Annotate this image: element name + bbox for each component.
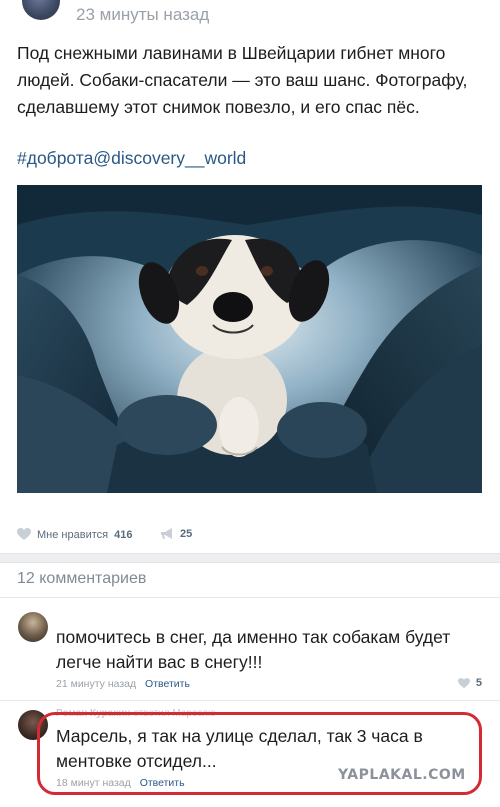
like-label: Мне нравится: [37, 528, 109, 541]
comment-1-meta: 21 минуту назад Ответить: [56, 678, 190, 690]
comment-separator: [0, 700, 500, 701]
section-divider: [0, 553, 500, 563]
post-actions: Мне нравится 416 25: [0, 522, 500, 548]
post-photo[interactable]: [17, 185, 482, 493]
post-header: 23 минуты назад: [0, 0, 500, 34]
megaphone-icon: [161, 528, 172, 539]
site-watermark: YAPLAKAL.COM: [338, 767, 466, 783]
share-count: 25: [180, 528, 193, 540]
like-button[interactable]: Мне нравится 416: [17, 528, 132, 541]
like-count: 416: [114, 528, 133, 541]
comment-1-like-button[interactable]: 5: [457, 677, 482, 689]
comments-separator: [0, 597, 500, 598]
comment-1-text: помочитесь в снег, да именно так собакам…: [56, 627, 451, 672]
post-text: Под снежными лавинами в Швейцарии гибнет…: [17, 43, 468, 117]
heart-icon: [457, 677, 470, 688]
comments-count-title: 12 комментариев: [17, 570, 147, 587]
comment-1-time[interactable]: 21 минуту назад: [56, 678, 136, 690]
heart-icon: [17, 528, 31, 540]
comment-1-reply-button[interactable]: Ответить: [145, 678, 190, 690]
post-hashtag-link[interactable]: #доброта@discovery__world: [17, 148, 246, 169]
comment-1-avatar[interactable]: [18, 612, 48, 642]
dog-in-snow-image: [17, 185, 482, 493]
post-timestamp[interactable]: 23 минуты назад: [76, 5, 209, 25]
share-button[interactable]: 25: [160, 528, 192, 540]
comment-1-like-count: 5: [475, 677, 482, 689]
group-avatar[interactable]: [22, 0, 60, 20]
